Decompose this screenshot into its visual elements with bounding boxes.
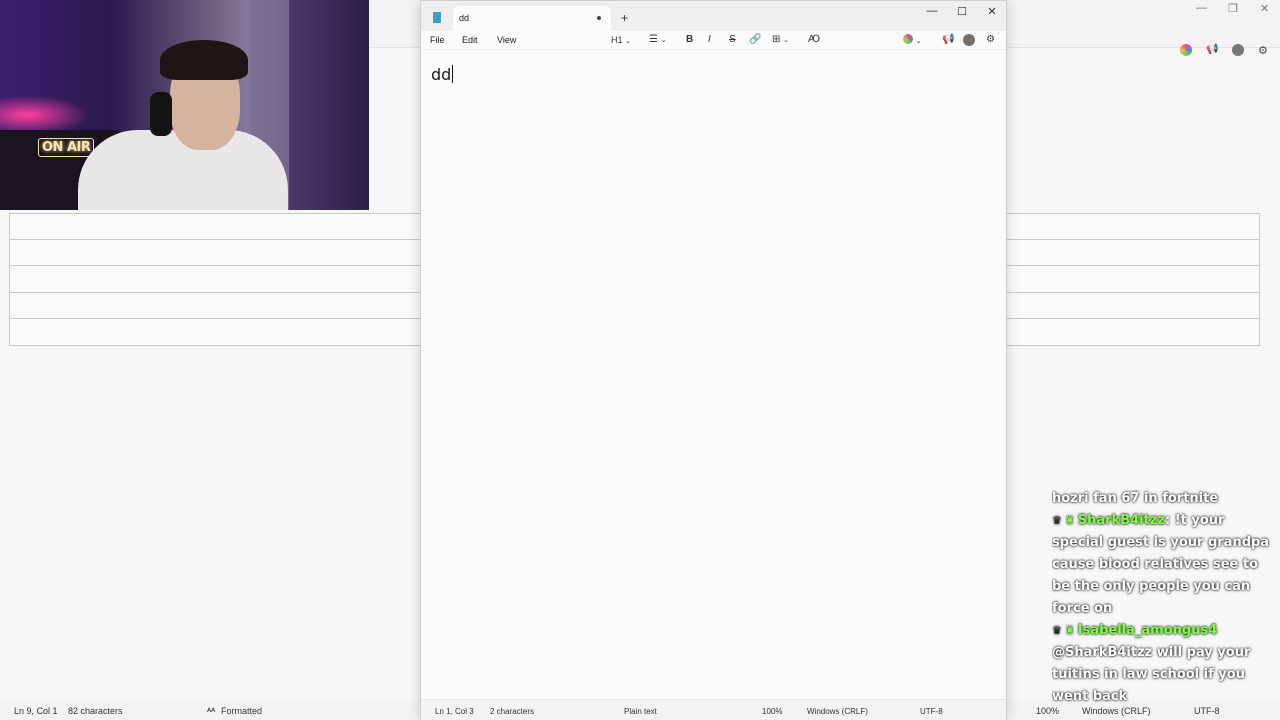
heading-dropdown[interactable]: H1 ⌄ bbox=[611, 35, 631, 45]
chat-username: SharkB4itzz bbox=[1077, 513, 1165, 528]
char-count: 2 characters bbox=[490, 707, 535, 716]
list-dropdown[interactable]: ☰ ⌄ bbox=[649, 34, 667, 45]
format-mode[interactable]: Plain text bbox=[624, 707, 657, 716]
minimize-button[interactable]: — bbox=[917, 5, 947, 17]
webcam-wall bbox=[289, 0, 369, 210]
encoding[interactable]: UTF-8 bbox=[920, 707, 943, 716]
maximize-button[interactable]: ☐ bbox=[947, 5, 977, 18]
new-tab-button[interactable]: + bbox=[621, 11, 628, 25]
bg-avatar[interactable] bbox=[1232, 44, 1244, 56]
bold-button[interactable]: B bbox=[686, 34, 693, 45]
webcam-overlay: ON AIR bbox=[0, 0, 369, 210]
close-button[interactable]: ✕ bbox=[977, 5, 1007, 18]
bg-restore-icon[interactable]: ❐ bbox=[1228, 2, 1238, 15]
text-caret bbox=[452, 65, 454, 83]
copilot-dropdown[interactable]: ⌄ bbox=[903, 34, 922, 46]
avatar[interactable] bbox=[963, 34, 975, 49]
bg-copilot-icon[interactable] bbox=[1180, 44, 1192, 56]
text-editor[interactable]: dd bbox=[421, 51, 1006, 699]
strikethrough-button[interactable]: S bbox=[729, 34, 736, 45]
notepad-app-icon bbox=[433, 12, 441, 23]
document-text: dd bbox=[431, 65, 452, 84]
notepad-window: dd + — ☐ ✕ File Edit View H1 ⌄ ☰ ⌄ B I S… bbox=[420, 0, 1007, 720]
chat-message: hozri fan 67 in fortnite bbox=[1052, 488, 1280, 510]
editor-content[interactable]: dd bbox=[431, 65, 454, 84]
chat-text: hozri fan 67 in fortnite bbox=[1052, 491, 1219, 506]
table-dropdown[interactable]: ⊞ ⌄ bbox=[772, 34, 789, 45]
heading-label: H1 bbox=[611, 35, 623, 45]
streamer-hair bbox=[160, 40, 248, 80]
chevron-down-icon: ⌄ bbox=[660, 37, 667, 44]
settings-icon[interactable]: ⚙ bbox=[986, 34, 995, 45]
link-icon[interactable]: 🔗 bbox=[749, 34, 761, 45]
crown-icon: ♛ bbox=[1052, 514, 1062, 527]
chat-text: : !t your special guest is your grandpa … bbox=[1052, 513, 1270, 616]
bg-format-mode[interactable]: Formatted bbox=[221, 706, 262, 716]
chat-overlay: hozri fan 67 in fortnite ♛ ♜ SharkB4itzz: … bbox=[1052, 488, 1280, 720]
chevron-down-icon: ⌄ bbox=[783, 37, 790, 44]
crown-icon: ♛ bbox=[1052, 624, 1062, 637]
bg-minimize-icon[interactable]: — bbox=[1196, 2, 1207, 14]
chat-message: ♛ ♜ Isabella_amongus4 bbox=[1052, 620, 1280, 642]
copilot-icon bbox=[903, 34, 913, 44]
zoom-level[interactable]: 100% bbox=[762, 707, 782, 716]
bg-notification-icon[interactable]: 📢 bbox=[1206, 44, 1218, 56]
titlebar: dd + — ☐ ✕ bbox=[421, 1, 1006, 31]
tab-dd[interactable]: dd bbox=[453, 6, 611, 31]
tab-title: dd bbox=[459, 13, 470, 23]
bg-cursor-position: Ln 9, Col 1 bbox=[14, 706, 58, 716]
menu-view[interactable]: View bbox=[497, 35, 516, 45]
notification-icon[interactable]: 📢 bbox=[942, 34, 954, 45]
bg-close-icon[interactable]: ✕ bbox=[1260, 2, 1269, 15]
badge-icon: ♜ bbox=[1064, 624, 1075, 637]
chat-message: ♛ ♜ SharkB4itzz: !t your special guest is … bbox=[1052, 510, 1280, 620]
webcam-neon-light bbox=[0, 95, 90, 135]
clear-format-icon[interactable]: Ꜵ bbox=[808, 34, 820, 45]
italic-button[interactable]: I bbox=[708, 34, 711, 45]
list-icon: ☰ bbox=[649, 34, 658, 45]
chevron-down-icon: ⌄ bbox=[625, 38, 631, 45]
chat-message: @SharkB4itzz will pay your tuitins in la… bbox=[1052, 642, 1280, 708]
headphones bbox=[150, 92, 172, 136]
unsaved-dot-icon[interactable] bbox=[597, 16, 601, 20]
menubar: File Edit View H1 ⌄ ☰ ⌄ B I S 🔗 ⊞ ⌄ Ꜵ ⌄ … bbox=[421, 31, 1006, 50]
chat-text: @SharkB4itzz will pay your tuitins in la… bbox=[1052, 645, 1251, 704]
bg-settings-icon[interactable]: ⚙ bbox=[1258, 44, 1270, 57]
menu-file[interactable]: File bbox=[430, 35, 445, 45]
bg-char-count: 82 characters bbox=[68, 706, 123, 716]
chat-username: Isabella_amongus4 bbox=[1077, 623, 1218, 638]
table-icon: ⊞ bbox=[772, 34, 781, 45]
badge-icon: ♜ bbox=[1064, 514, 1075, 527]
menu-edit[interactable]: Edit bbox=[462, 35, 478, 45]
line-ending[interactable]: Windows (CRLF) bbox=[807, 707, 868, 716]
on-air-sign: ON AIR bbox=[38, 138, 95, 157]
bg-format-icon[interactable]: ᴬᴬ bbox=[207, 706, 215, 716]
chevron-down-icon: ⌄ bbox=[915, 38, 922, 45]
statusbar: Ln 1, Col 3 2 characters Plain text 100%… bbox=[421, 699, 1006, 720]
cursor-position: Ln 1, Col 3 bbox=[435, 707, 474, 716]
